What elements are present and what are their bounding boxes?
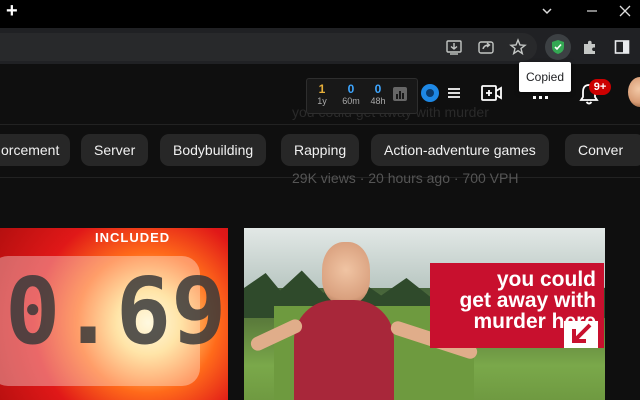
close-icon[interactable] [610, 0, 640, 22]
share-icon[interactable] [475, 36, 497, 58]
thumbnail-counter: 0.69 [5, 258, 227, 365]
chip-rapping[interactable]: Rapping [281, 134, 360, 166]
vidiq-logo-icon[interactable] [421, 84, 439, 102]
vph-stats-widget: 1 1y 0 60m 0 48h [306, 78, 418, 114]
arrow-box [564, 321, 598, 348]
chip-server[interactable]: Server [81, 134, 149, 166]
presenter-shirt [294, 300, 394, 400]
stat-48h: 0 48h [370, 82, 386, 106]
chip-action-adventure-games[interactable]: Action-adventure games [371, 134, 549, 166]
thumbnail-tag-text: INCLUDED [95, 230, 171, 245]
chip-bodybuilding[interactable]: Bodybuilding [160, 134, 267, 166]
banner-line-1: you could [496, 268, 596, 291]
new-tab-icon[interactable]: + [6, 1, 24, 21]
notification-badge: 9+ [589, 79, 611, 95]
copied-tooltip: Copied [519, 62, 571, 92]
faded-video-meta: 29K views · 20 hours ago · 700 VPH [292, 170, 519, 186]
video-thumbnail-right[interactable]: you could get away with murder here [244, 228, 605, 400]
install-icon[interactable] [443, 36, 465, 58]
stat-1y: 1 1y [317, 82, 327, 106]
video-thumbnail-left[interactable]: INCLUDED 0.69 [0, 228, 228, 400]
stat-60m: 0 60m [342, 82, 360, 106]
chevron-down-icon[interactable] [532, 0, 562, 22]
bar-chart-icon[interactable] [393, 87, 407, 101]
shield-extension-icon[interactable] [545, 34, 571, 60]
extensions-puzzle-icon[interactable] [579, 36, 601, 58]
banner-line-2: get away with [459, 289, 596, 312]
create-video-icon[interactable] [481, 83, 503, 103]
chip-conver[interactable]: Conver [565, 134, 640, 166]
side-panel-icon[interactable] [611, 36, 633, 58]
menu-icon[interactable] [447, 86, 461, 100]
minimize-icon[interactable] [577, 0, 607, 22]
presenter-head [322, 242, 370, 304]
chip-orcement[interactable]: orcement [0, 134, 70, 166]
bookmark-star-icon[interactable] [507, 36, 529, 58]
